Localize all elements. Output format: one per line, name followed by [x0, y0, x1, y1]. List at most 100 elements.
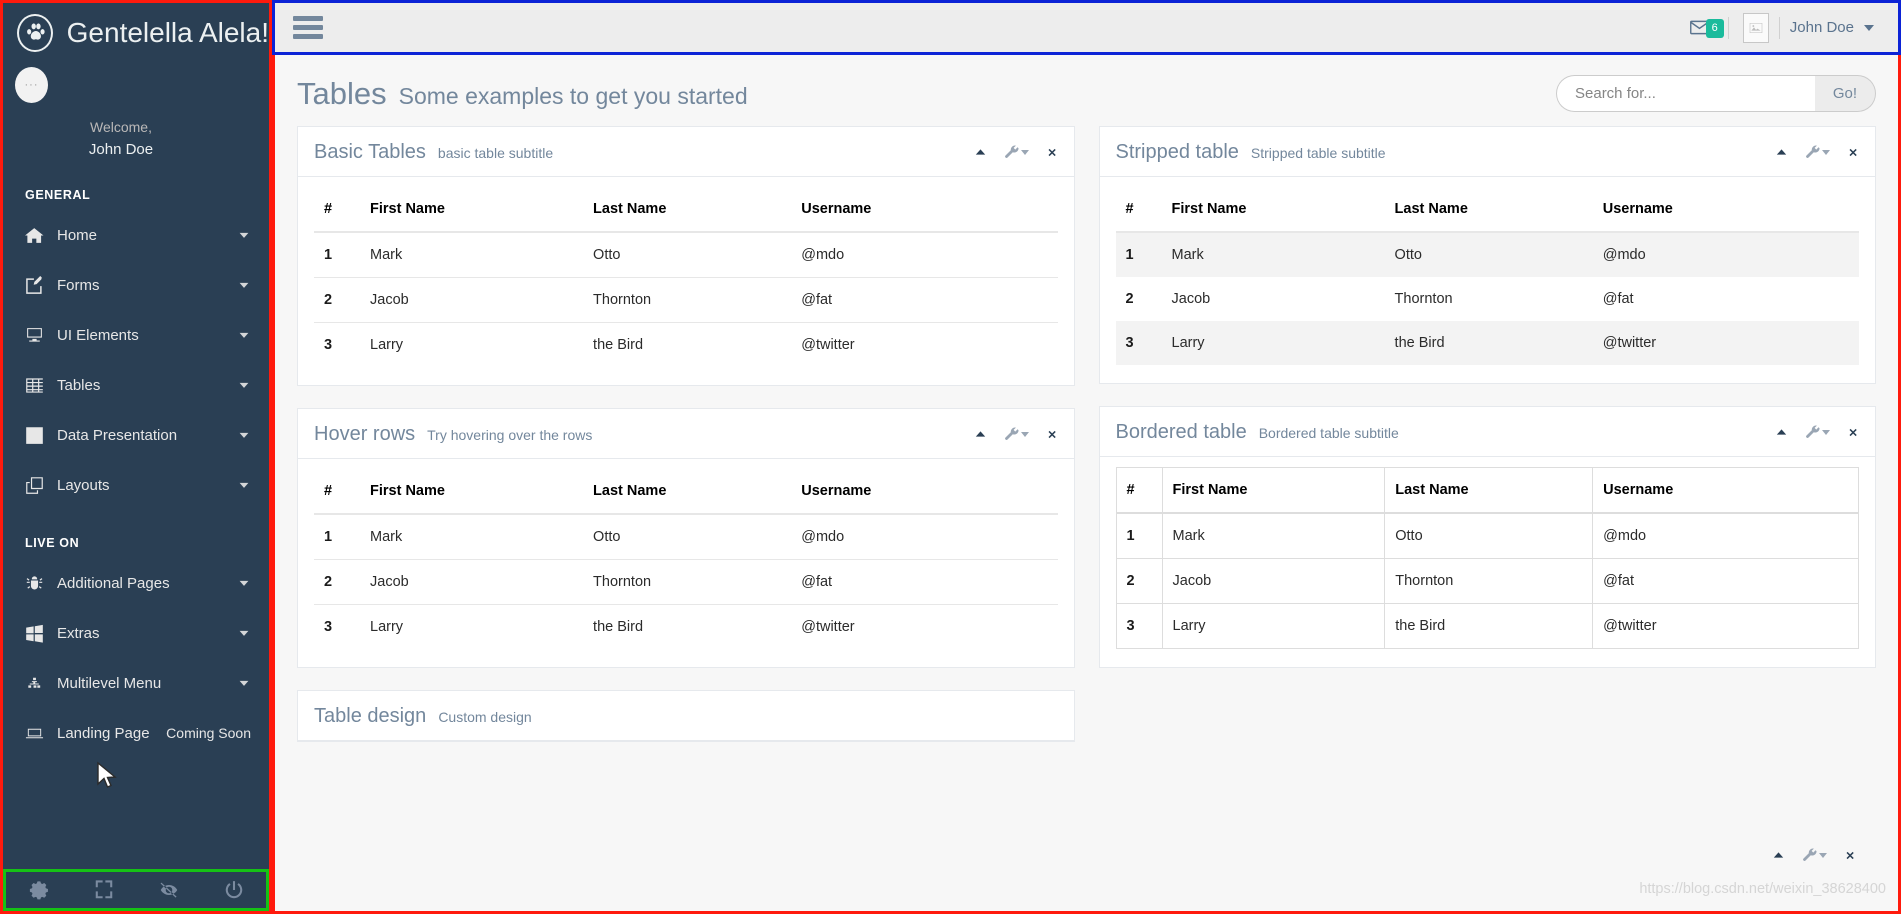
sidebar-item-ui-elements[interactable]: UI Elements — [3, 310, 269, 360]
chevron-up-icon — [975, 149, 985, 155]
cell-last: Thornton — [583, 277, 792, 323]
table-header-row: # First Name Last Name Username — [314, 469, 1058, 515]
sidebar-item-label: Multilevel Menu — [57, 674, 162, 692]
column-header-index: # — [314, 187, 360, 233]
table-row[interactable]: 2 Jacob Thornton @fat — [314, 559, 1058, 605]
panel-toolbar — [1774, 425, 1859, 440]
cell-username: @mdo — [1602, 247, 1646, 263]
fullscreen-expand-icon[interactable] — [93, 879, 115, 901]
sidebar-item-label: Extras — [57, 624, 100, 642]
power-off-icon[interactable] — [223, 879, 245, 901]
hamburger-menu-icon[interactable] — [293, 12, 323, 43]
sidebar-item-layouts[interactable]: Layouts — [3, 460, 269, 510]
eye-slash-lock-icon[interactable] — [158, 879, 180, 901]
cell-first: Jacob — [360, 277, 584, 323]
chevron-down-icon — [239, 382, 249, 388]
cell-last: Otto — [583, 513, 792, 560]
table-row[interactable]: 1 Mark Otto @mdo — [314, 513, 1058, 560]
sidebar-item-additional-pages[interactable]: Additional Pages — [3, 558, 269, 608]
bug-icon — [25, 574, 53, 593]
close-panel-button[interactable] — [1843, 849, 1856, 862]
sidebar-item-label: Layouts — [57, 476, 110, 494]
brand-logo[interactable]: Gentelella Alela! — [3, 3, 269, 61]
panel-settings-button[interactable] — [1004, 427, 1029, 442]
table-row: 1 Mark Otto @mdo — [314, 231, 1058, 278]
sidebar-item-tables[interactable]: Tables — [3, 360, 269, 410]
close-panel-button[interactable] — [1045, 428, 1058, 441]
panels-column-right: Stripped table Stripped table subtitle #… — [1098, 126, 1876, 742]
panel-header: Table design Custom design — [298, 691, 1074, 741]
column-header-last: Last Name — [583, 469, 792, 515]
collapse-panel-button[interactable] — [1774, 145, 1789, 160]
panel-hover-rows: Hover rows Try hovering over the rows # … — [297, 408, 1075, 668]
panel-settings-button[interactable] — [1004, 145, 1029, 160]
chevron-down-icon — [1819, 853, 1827, 858]
table-row: 1 Mark Otto @mdo — [1115, 512, 1859, 559]
collapse-panel-button[interactable] — [1774, 425, 1789, 440]
chevron-down-icon — [1822, 150, 1830, 155]
cell-first: Jacob — [1171, 291, 1211, 307]
sidebar-item-home[interactable]: Home — [3, 210, 269, 260]
collapse-panel-button[interactable] — [973, 145, 988, 160]
panel-title: Bordered table — [1115, 421, 1247, 443]
search-input[interactable] — [1556, 75, 1815, 112]
close-panel-button[interactable] — [1846, 426, 1859, 439]
chevron-down-icon — [1020, 432, 1029, 437]
sidebar-item-label: Home — [57, 226, 98, 244]
collapse-panel-button[interactable] — [973, 427, 988, 442]
table-row: 2 Jacob Thornton @fat — [1115, 558, 1859, 604]
cell-last: Otto — [1384, 512, 1594, 559]
navbar-right-group: 6 John Doe — [1671, 12, 1898, 43]
settings-gear-icon[interactable] — [28, 879, 50, 901]
sidebar-item-multilevel-menu[interactable]: Multilevel Menu — [3, 658, 269, 708]
sidebar-item-forms[interactable]: Forms — [3, 260, 269, 310]
column-header-username: Username — [791, 469, 1058, 515]
table-grid-icon — [25, 376, 53, 395]
cell-first: Mark — [1171, 247, 1204, 263]
bar-chart-icon — [25, 426, 53, 445]
cell-username: @mdo — [791, 231, 1058, 278]
panels-column-left: Basic Tables basic table subtitle # Firs… — [297, 126, 1075, 742]
collapse-panel-button[interactable] — [1771, 848, 1786, 863]
app-root: Gentelella Alela! ··· Welcome, John Doe … — [0, 0, 1901, 914]
panel-settings-button[interactable] — [1805, 425, 1830, 440]
chevron-down-icon — [239, 282, 249, 288]
panel-table-design: Table design Custom design — [297, 690, 1075, 742]
cell-index: 1 — [314, 231, 360, 278]
cell-first: Jacob — [360, 559, 584, 605]
panel-basic-tables: Basic Tables basic table subtitle # Firs… — [297, 126, 1075, 386]
panels-grid: Basic Tables basic table subtitle # Firs… — [297, 126, 1876, 742]
chevron-down-icon — [239, 332, 249, 338]
panel-toolbar — [973, 427, 1058, 442]
chevron-down-icon — [239, 630, 249, 636]
close-panel-button[interactable] — [1045, 146, 1058, 159]
cell-last: Thornton — [1384, 558, 1594, 604]
panel-header: Basic Tables basic table subtitle — [298, 127, 1074, 177]
table-row[interactable]: 3 Larry the Bird @twitter — [314, 604, 1058, 649]
panel-settings-button[interactable] — [1802, 848, 1827, 863]
page-subtitle: Some examples to get you started — [398, 82, 748, 109]
panel-settings-button[interactable] — [1805, 145, 1830, 160]
close-x-icon — [1048, 430, 1056, 439]
close-panel-button[interactable] — [1846, 146, 1859, 159]
chevron-down-icon — [239, 432, 249, 438]
user-profile-menu[interactable]: John Doe — [1729, 12, 1882, 43]
search-go-button[interactable]: Go! — [1814, 75, 1876, 112]
column-header-first: First Name — [360, 187, 584, 233]
chevron-up-icon — [975, 431, 985, 437]
cell-index: 2 — [314, 277, 360, 323]
right-column: 6 John Doe Tables Some examples to get y… — [272, 0, 1901, 914]
cell-first: Mark — [360, 231, 584, 278]
panel-title: Hover rows — [314, 423, 416, 445]
messages-menu[interactable]: 6 — [1671, 17, 1728, 38]
sidebar-item-extras[interactable]: Extras — [3, 608, 269, 658]
paw-icon — [17, 14, 53, 52]
wrench-icon — [1004, 427, 1019, 440]
messages-badge: 6 — [1705, 19, 1724, 38]
cell-index: 2 — [314, 559, 360, 605]
sidebar-item-landing-page[interactable]: Landing Page Coming Soon — [3, 708, 269, 758]
design-panel-toolbar — [1771, 848, 1856, 863]
sidebar-item-data-presentation[interactable]: Data Presentation — [3, 410, 269, 460]
cell-first: Larry — [1161, 603, 1386, 649]
column-header-username: Username — [791, 187, 1058, 233]
